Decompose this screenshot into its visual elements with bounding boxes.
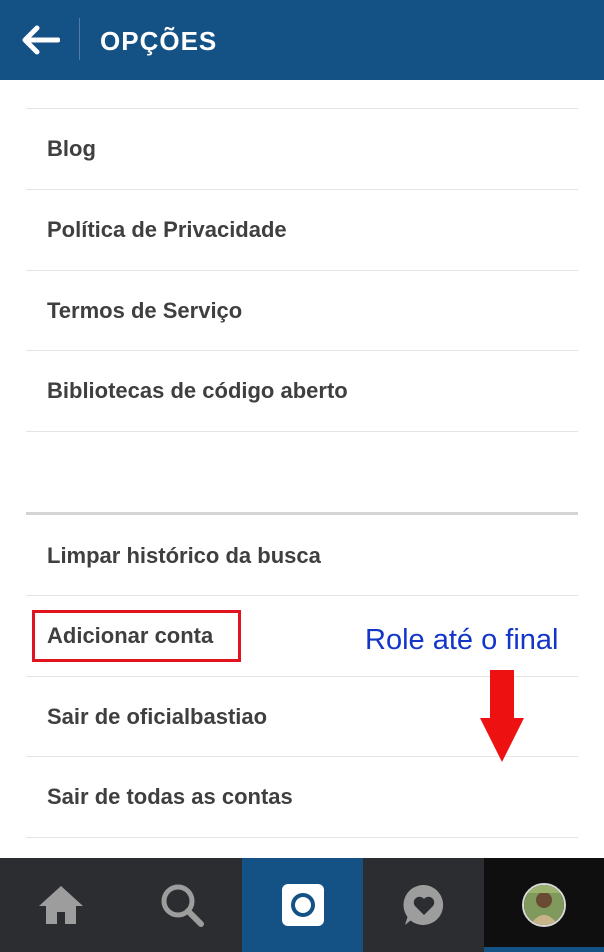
menu-item-label: Bibliotecas de código aberto: [47, 378, 348, 403]
tab-search[interactable]: [121, 858, 242, 952]
menu-item-label: Política de Privacidade: [47, 217, 287, 242]
menu-item-label: Blog: [47, 136, 96, 161]
menu-item-privacy-policy[interactable]: Política de Privacidade: [26, 190, 578, 270]
home-icon: [38, 886, 83, 924]
menu-item-clear-search-history[interactable]: Limpar histórico da busca: [26, 516, 578, 596]
menu-item-label: Sair de oficialbastiao: [47, 704, 268, 729]
divider: [26, 837, 578, 838]
section-divider: [26, 512, 578, 515]
divider: [26, 431, 578, 432]
bottom-navigation: [0, 858, 604, 952]
menu-item-label: Sair de todas as contas: [47, 784, 293, 809]
menu-item-label: Limpar histórico da busca: [47, 543, 321, 568]
active-tab-indicator: [484, 947, 604, 952]
options-list: Blog Política de Privacidade Termos de S…: [0, 80, 604, 858]
menu-item-terms-of-service[interactable]: Termos de Serviço: [26, 271, 578, 351]
camera-icon: [281, 884, 324, 926]
back-button[interactable]: [0, 0, 80, 80]
tab-profile[interactable]: [484, 858, 604, 952]
tab-activity[interactable]: [363, 858, 484, 952]
page-title: OPÇÕES: [100, 26, 218, 56]
activity-heart-icon: [402, 884, 443, 925]
avatar: [522, 883, 566, 927]
tab-home[interactable]: [0, 858, 121, 952]
app-bar-divider: [79, 18, 80, 60]
tab-camera[interactable]: [242, 858, 363, 952]
app-bar: OPÇÕES: [0, 0, 604, 80]
menu-item-label: Termos de Serviço: [47, 298, 243, 323]
down-arrow-icon: [480, 670, 524, 762]
menu-item-log-out-all-accounts[interactable]: Sair de todas as contas: [26, 757, 578, 837]
annotation-text: Role até o final: [365, 624, 559, 656]
arrow-left-icon: [22, 25, 60, 55]
profile-avatar: [524, 885, 564, 925]
menu-item-blog[interactable]: Blog: [26, 109, 578, 189]
menu-item-open-source-libraries[interactable]: Bibliotecas de código aberto: [26, 351, 578, 431]
search-icon: [161, 884, 204, 927]
highlight-box: [32, 610, 241, 662]
